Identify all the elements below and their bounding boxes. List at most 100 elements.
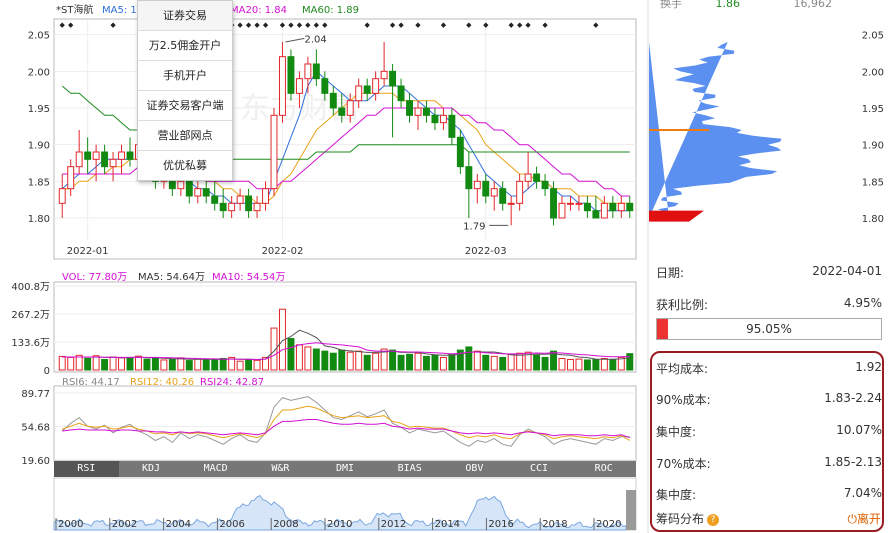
chip-top-v2: 16,962	[793, 0, 833, 10]
candle-body	[550, 188, 557, 219]
volume-bar	[329, 352, 337, 371]
help-icon[interactable]: ?	[707, 514, 720, 526]
vol-legend: VOL: 77.80万	[62, 272, 127, 283]
volume-bar	[431, 354, 439, 371]
chip-top-label: 换手	[660, 0, 682, 10]
volume-bar	[92, 355, 100, 371]
tab-cci[interactable]: CCI	[507, 461, 572, 477]
candle-body	[372, 78, 380, 94]
volume-bar	[423, 355, 430, 371]
tab-rsi[interactable]: RSI	[54, 461, 119, 477]
tab-macd[interactable]: MACD	[183, 461, 248, 477]
tab-bias[interactable]: BIAS	[377, 461, 442, 477]
event-marker-icon: ◆	[441, 21, 447, 29]
cost70-value: 1.85-2.13	[824, 455, 882, 469]
rsi-y-tick: 54.68	[21, 423, 50, 434]
menu-item-mobile-account[interactable]: 手机开户	[138, 61, 232, 91]
leave-button[interactable]: ⏻离开	[847, 510, 881, 527]
chip-footer-label: 筹码分布	[656, 512, 705, 526]
candle-body	[499, 188, 507, 204]
volume-bar	[287, 338, 295, 371]
event-marker-icon: ◆	[593, 21, 599, 29]
rsi-line-rsi6	[61, 396, 630, 447]
volume-bar	[575, 358, 583, 371]
volume-bar	[126, 356, 134, 371]
volume-bar	[236, 360, 244, 371]
menu-item-securities-trading[interactable]: 证券交易	[138, 1, 232, 31]
candle-body	[507, 202, 515, 205]
candle-body	[245, 195, 253, 212]
leave-label: 离开	[856, 512, 881, 526]
tab-kdj[interactable]: KDJ	[119, 461, 184, 477]
volume-bar	[168, 359, 176, 371]
candle-body	[389, 70, 397, 87]
candle-body	[541, 180, 549, 190]
event-marker-icon: ◆	[68, 21, 74, 29]
ma60-legend: MA60: 1.89	[302, 5, 359, 16]
high-annotation-line	[285, 37, 305, 43]
event-marker-icon: ◆	[415, 21, 421, 29]
volume-bar	[58, 355, 66, 371]
event-marker-icon: ◆	[390, 21, 396, 29]
tab-dmi[interactable]: DMI	[313, 461, 378, 477]
cost90-label: 90%成本:	[656, 393, 711, 407]
tab-roc[interactable]: ROC	[571, 461, 636, 477]
price-y-tick: 2.00	[28, 67, 50, 78]
candle-body	[583, 202, 591, 212]
price-x-tick: 2022-02	[262, 246, 304, 257]
vol-ma10-legend: MA10: 54.54万	[212, 272, 285, 283]
rsi12-legend: RSI12: 40.26	[130, 377, 194, 388]
volume-bar	[118, 357, 125, 371]
menu-item-private-fund[interactable]: 优优私募	[138, 151, 232, 180]
volume-bar	[448, 353, 456, 371]
menu-item-branches[interactable]: 营业部网点	[138, 121, 232, 151]
avg-cost-label: 平均成本:	[656, 362, 709, 376]
chip-y-tick: 1.85	[862, 177, 884, 188]
event-marker-icon: ◆	[314, 21, 320, 29]
event-marker-icon: ◆	[110, 21, 116, 29]
volume-bar	[363, 354, 371, 371]
candle-body	[126, 151, 134, 160]
chip-y-tick: 2.00	[862, 67, 884, 78]
candle-body	[58, 188, 66, 204]
volume-bar	[135, 355, 142, 371]
tab-wr[interactable]: W&R	[248, 461, 313, 477]
menu-item-open-account-low-fee[interactable]: 万2.5佣金开户	[138, 31, 232, 61]
volume-y-tick: 0	[44, 366, 50, 377]
candle-body	[92, 151, 100, 160]
candle-body	[109, 158, 117, 168]
candle-body	[406, 100, 413, 116]
volume-ma-line-ma5	[62, 329, 630, 361]
cost90-value: 1.83-2.24	[824, 391, 882, 405]
volume-bar	[219, 357, 227, 371]
volume-bar	[406, 353, 413, 371]
avg-cost-value: 1.92	[855, 360, 882, 374]
chip-y-tick: 2.05	[862, 31, 884, 42]
volume-y-tick: 267.2万	[11, 310, 50, 321]
trade-menu: 证券交易 万2.5佣金开户 手机开户 证券交易客户端 营业部网点 优优私募	[137, 0, 233, 181]
volume-bar	[583, 359, 591, 371]
overview-year-label: 2010	[327, 519, 352, 530]
vol-ma5-legend: MA5: 54.64万	[138, 272, 205, 283]
candle-body	[338, 107, 346, 116]
event-marker-icon: ◆	[297, 21, 303, 29]
event-marker-icon: ◆	[466, 21, 472, 29]
volume-bar	[143, 358, 151, 371]
candle-body	[177, 180, 185, 190]
candle-body	[185, 180, 193, 197]
rsi6-legend: RSI6: 44.17	[62, 377, 120, 388]
candle-body	[380, 70, 388, 80]
menu-item-trading-client[interactable]: 证券交易客户端	[138, 91, 232, 121]
chip-y-tick: 1.80	[862, 214, 884, 225]
price-x-tick: 2022-03	[465, 246, 507, 257]
candle-body	[355, 85, 363, 102]
volume-bar	[465, 346, 473, 371]
event-marker-icon: ◆	[280, 21, 286, 29]
candle-body	[304, 63, 312, 80]
candle-body	[118, 151, 125, 160]
rsi-y-tick: 19.60	[21, 456, 50, 467]
volume-bar	[558, 357, 566, 371]
chip-profit-label: 获利比例:	[656, 298, 709, 312]
volume-bar	[507, 353, 515, 371]
tab-obv[interactable]: OBV	[442, 461, 507, 477]
